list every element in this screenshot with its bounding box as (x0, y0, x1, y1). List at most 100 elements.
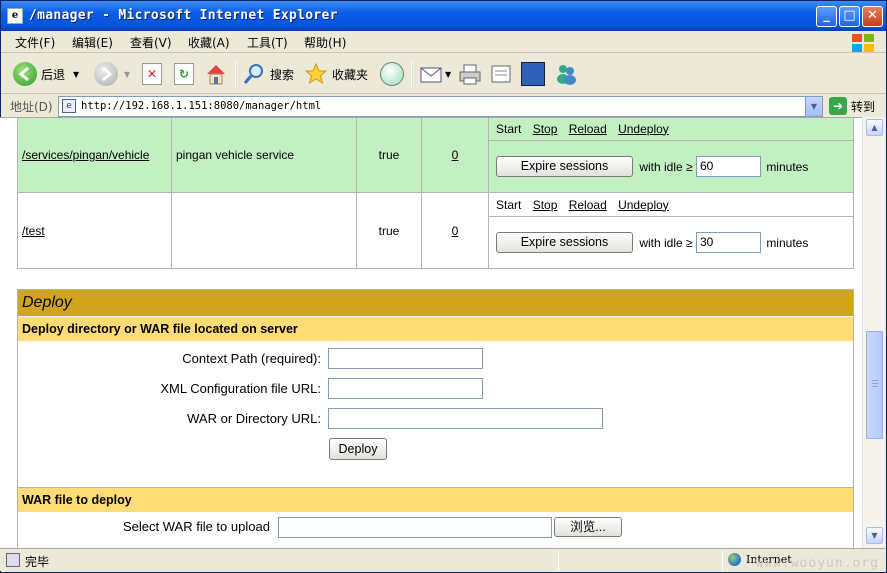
deploy-panel: Deploy Deploy directory or WAR file loca… (17, 289, 854, 548)
vertical-scrollbar[interactable]: ▲ ▼ (862, 117, 885, 548)
globe-icon (728, 553, 741, 566)
history-button[interactable] (380, 61, 404, 87)
app-display-name (171, 192, 357, 269)
stop-link[interactable]: Stop (533, 198, 558, 212)
stop-button[interactable]: ✕ (142, 61, 162, 87)
grip-line (872, 383, 878, 384)
mail-icon (420, 67, 442, 83)
xml-config-input[interactable] (328, 378, 483, 399)
mail-button[interactable]: ▼ (419, 61, 451, 87)
search-button[interactable]: 搜索 (242, 61, 294, 87)
context-path-label: Context Path (required): (182, 351, 321, 366)
start-command: Start (496, 197, 522, 212)
menu-view[interactable]: 查看(V) (130, 34, 172, 51)
idle-minutes-input[interactable]: 60 (695, 156, 761, 177)
app-sessions-cell: 0 (421, 118, 489, 193)
close-button[interactable]: ✕ (862, 6, 883, 27)
scroll-thumb[interactable] (866, 331, 883, 439)
research-button[interactable] (521, 61, 545, 87)
refresh-button[interactable]: ↻ (174, 61, 194, 87)
app-sessions-link[interactable]: 0 (452, 224, 459, 238)
favorites-star-icon (304, 62, 328, 85)
mail-dropdown-icon[interactable]: ▼ (445, 70, 451, 79)
minutes-label: minutes (766, 235, 809, 250)
go-label: 转到 (851, 99, 876, 114)
undeploy-link[interactable]: Undeploy (618, 122, 669, 136)
go-button[interactable]: ➔ 转到 (829, 97, 875, 115)
minimize-button[interactable]: _ (816, 6, 837, 27)
table-row: /services/pingan/vehicle pingan vehicle … (17, 118, 854, 193)
status-divider (722, 551, 723, 570)
forward-button[interactable]: ▼ (94, 61, 130, 87)
app-display-name: pingan vehicle service (171, 118, 357, 193)
favorites-button[interactable]: 收藏夹 (304, 61, 368, 87)
app-commands: Start Stop Reload Undeploy (488, 192, 854, 217)
messenger-button[interactable] (554, 61, 578, 87)
war-upload-heading: WAR file to deploy (18, 487, 853, 512)
xml-config-label: XML Configuration file URL: (160, 381, 321, 396)
forward-arrow-icon (94, 62, 118, 86)
home-button[interactable] (204, 61, 228, 87)
address-label: 地址(D) (10, 100, 53, 114)
edit-button[interactable] (489, 61, 513, 87)
address-url: http://192.168.1.151:8080/manager/html (81, 100, 322, 112)
app-sessions-link[interactable]: 0 (452, 148, 459, 162)
scroll-down-icon[interactable]: ▼ (866, 527, 883, 544)
maximize-button[interactable]: □ (839, 6, 860, 27)
menu-help[interactable]: 帮助(H) (304, 34, 346, 51)
back-dropdown-icon[interactable]: ▼ (73, 70, 79, 79)
reload-link[interactable]: Reload (569, 198, 607, 212)
menu-bar: 文件(F) 编辑(E) 查看(V) 收藏(A) 工具(T) 帮助(H) (1, 31, 886, 53)
menu-tools[interactable]: 工具(T) (247, 34, 288, 51)
go-arrow-icon: ➔ (829, 97, 847, 115)
address-input[interactable]: e http://192.168.1.151:8080/manager/html… (58, 96, 823, 117)
search-icon (243, 64, 263, 84)
table-row: /test true 0 Start Stop Reload Undeploy (17, 192, 854, 269)
address-dropdown-icon[interactable]: ▼ (805, 97, 822, 116)
expire-sessions-button[interactable]: Expire sessions (496, 232, 633, 253)
research-icon (521, 62, 545, 86)
select-war-label: Select WAR file to upload (123, 519, 270, 534)
print-button[interactable] (458, 61, 482, 87)
status-divider (558, 551, 559, 570)
scroll-up-icon[interactable]: ▲ (866, 119, 883, 136)
war-file-input[interactable] (278, 517, 552, 538)
menu-favorites[interactable]: 收藏(A) (188, 34, 230, 51)
forward-dropdown-icon[interactable]: ▼ (124, 70, 130, 79)
expire-sessions-button[interactable]: Expire sessions (496, 156, 633, 177)
app-running: true (356, 118, 422, 193)
edit-page-icon (491, 65, 511, 83)
menu-edit[interactable]: 编辑(E) (72, 34, 113, 51)
address-bar: 地址(D) e http://192.168.1.151:8080/manage… (1, 95, 886, 118)
server-deploy-form: Context Path (required): XML Configurati… (18, 341, 853, 487)
status-text: 完毕 (25, 555, 50, 569)
menu-file[interactable]: 文件(F) (15, 34, 55, 51)
search-label: 搜索 (270, 67, 295, 82)
stop-link[interactable]: Stop (533, 122, 558, 136)
idle-label: with idle ≥ (639, 235, 693, 250)
favorites-label: 收藏夹 (332, 67, 369, 82)
title-bar[interactable]: e /manager - Microsoft Internet Explorer… (1, 1, 886, 31)
windows-logo-icon (852, 34, 874, 52)
back-arrow-icon (13, 62, 37, 86)
war-dir-input[interactable] (328, 408, 603, 429)
toolbar-separator (411, 62, 412, 88)
idle-minutes-input[interactable]: 30 (695, 232, 761, 253)
war-upload-form: Select WAR file to upload 浏览... (18, 512, 853, 548)
grip-line (872, 380, 878, 381)
page-content: /services/pingan/vehicle pingan vehicle … (0, 117, 862, 548)
reload-link[interactable]: Reload (569, 122, 607, 136)
browse-button[interactable]: 浏览... (554, 517, 622, 537)
stop-icon: ✕ (142, 63, 162, 85)
messenger-icon (557, 65, 576, 85)
app-path-link[interactable]: /services/pingan/vehicle (22, 148, 149, 162)
back-label: 后退 (41, 67, 66, 82)
expire-sessions-cell: Expire sessions with idle ≥ 30 minutes (488, 216, 854, 269)
back-button[interactable]: 后退 ▼ (13, 61, 79, 87)
page-favicon-icon: e (62, 99, 76, 113)
context-path-input[interactable] (328, 348, 483, 369)
app-path-link[interactable]: /test (22, 224, 45, 238)
deploy-button[interactable]: Deploy (329, 438, 387, 460)
app-commands: Start Stop Reload Undeploy (488, 118, 854, 141)
undeploy-link[interactable]: Undeploy (618, 198, 669, 212)
